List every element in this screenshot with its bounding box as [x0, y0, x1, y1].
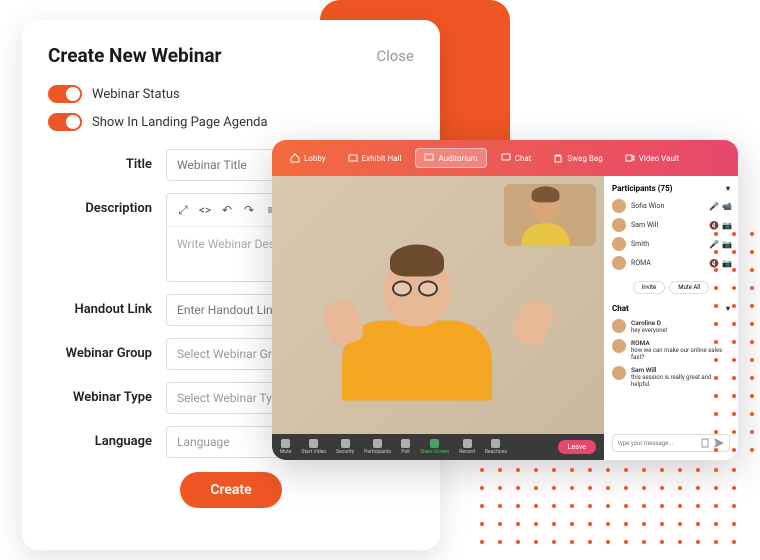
avatar: [612, 339, 626, 353]
avatar: [612, 199, 626, 213]
video-controls: Mute Start Video Security Participants P…: [272, 434, 604, 460]
chat-name: Caroline D: [631, 319, 667, 327]
chat-input-row: [612, 434, 730, 452]
expand-icon[interactable]: ⤢: [175, 202, 191, 218]
video-stage: Mute Start Video Security Participants P…: [272, 176, 604, 460]
chat-text: this session is really great and helpful…: [631, 374, 711, 388]
mic-icon: 🎤: [709, 202, 717, 210]
participant-row[interactable]: ROMA 🔇 📷: [612, 256, 730, 270]
screen-icon: [424, 153, 434, 163]
avatar: [612, 319, 626, 333]
share-screen-button[interactable]: Share Screen: [420, 439, 449, 455]
mute-button[interactable]: Mute: [280, 439, 291, 455]
chat-text: hey everyone!: [631, 327, 667, 334]
field-label: Title: [48, 149, 166, 172]
pip-video[interactable]: [504, 184, 596, 246]
webinar-status-toggle[interactable]: [48, 85, 82, 103]
toggle-label: Webinar Status: [92, 87, 180, 102]
participant-name: ROMA: [631, 259, 704, 267]
nav-chat[interactable]: Chat: [493, 149, 540, 167]
camera-icon: 📷: [722, 221, 730, 229]
chat-input[interactable]: [618, 440, 696, 447]
chat-message: Caroline Dhey everyone!: [612, 319, 730, 334]
avatar: [612, 366, 626, 380]
booth-icon: [348, 153, 358, 163]
avatar: [612, 218, 626, 232]
create-button[interactable]: Create: [180, 472, 281, 508]
field-label: Description: [48, 193, 166, 216]
invite-button[interactable]: Invite: [633, 281, 665, 294]
leave-button[interactable]: Leave: [558, 440, 596, 454]
chevron-down-icon[interactable]: ▾: [726, 184, 730, 193]
landing-agenda-toggle[interactable]: [48, 113, 82, 131]
close-button[interactable]: Close: [376, 47, 414, 65]
decorative-dots: [480, 468, 740, 554]
nav-auditorium[interactable]: Auditorium: [415, 148, 486, 168]
participant-name: Smith: [631, 240, 704, 248]
toggle-label: Show In Landing Page Agenda: [92, 115, 268, 130]
mute-all-button[interactable]: Mute All: [669, 281, 709, 294]
participants-button[interactable]: Participants: [364, 439, 391, 455]
chat-message: ROMAhow we can make our online sales fas…: [612, 339, 730, 361]
nav-exhibit[interactable]: Exhibit Hall: [340, 149, 410, 167]
bag-icon: [553, 153, 563, 163]
video-icon: [625, 153, 635, 163]
top-nav: Lobby Exhibit Hall Auditorium Chat Swag …: [272, 140, 738, 176]
record-button[interactable]: Record: [459, 439, 475, 455]
home-icon: [290, 153, 300, 163]
field-label: Webinar Group: [48, 338, 166, 361]
avatar: [612, 237, 626, 251]
avatar: [612, 256, 626, 270]
chat-text: how we can make our online sales fast?: [631, 347, 722, 361]
mic-icon: 🔇: [709, 221, 717, 229]
webinar-window: Lobby Exhibit Hall Auditorium Chat Swag …: [272, 140, 738, 460]
poll-button[interactable]: Poll: [401, 439, 410, 455]
decorative-dots: [714, 232, 758, 452]
camera-icon: 📹: [722, 202, 730, 210]
nav-lobby[interactable]: Lobby: [282, 149, 334, 167]
redo-icon[interactable]: ↷: [241, 202, 257, 218]
reactions-button[interactable]: Reactions: [485, 439, 507, 455]
participant-row[interactable]: Sofia Wion 🎤 📹: [612, 199, 730, 213]
field-label: Webinar Type: [48, 382, 166, 405]
undo-icon[interactable]: ↶: [219, 202, 235, 218]
nav-video-vault[interactable]: Video Vault: [617, 149, 688, 167]
participant-row[interactable]: Sam Will 🔇 📷: [612, 218, 730, 232]
modal-title: Create New Webinar: [48, 44, 222, 67]
chat-icon: [501, 153, 511, 163]
participants-title: Participants (75): [612, 184, 672, 193]
security-button[interactable]: Security: [336, 439, 354, 455]
nav-swag[interactable]: Swag Bag: [545, 149, 610, 167]
participant-row[interactable]: Smith 🎤 📷: [612, 237, 730, 251]
chat-title: Chat: [612, 304, 629, 313]
chat-message: Sam Willthis session is really great and…: [612, 366, 730, 388]
participant-name: Sam Will: [631, 221, 704, 229]
participant-name: Sofia Wion: [631, 202, 704, 210]
field-label: Language: [48, 426, 166, 449]
field-label: Handout Link: [48, 294, 166, 317]
code-icon[interactable]: <>: [197, 202, 213, 218]
attach-icon[interactable]: [700, 438, 710, 448]
video-button[interactable]: Start Video: [301, 439, 326, 455]
